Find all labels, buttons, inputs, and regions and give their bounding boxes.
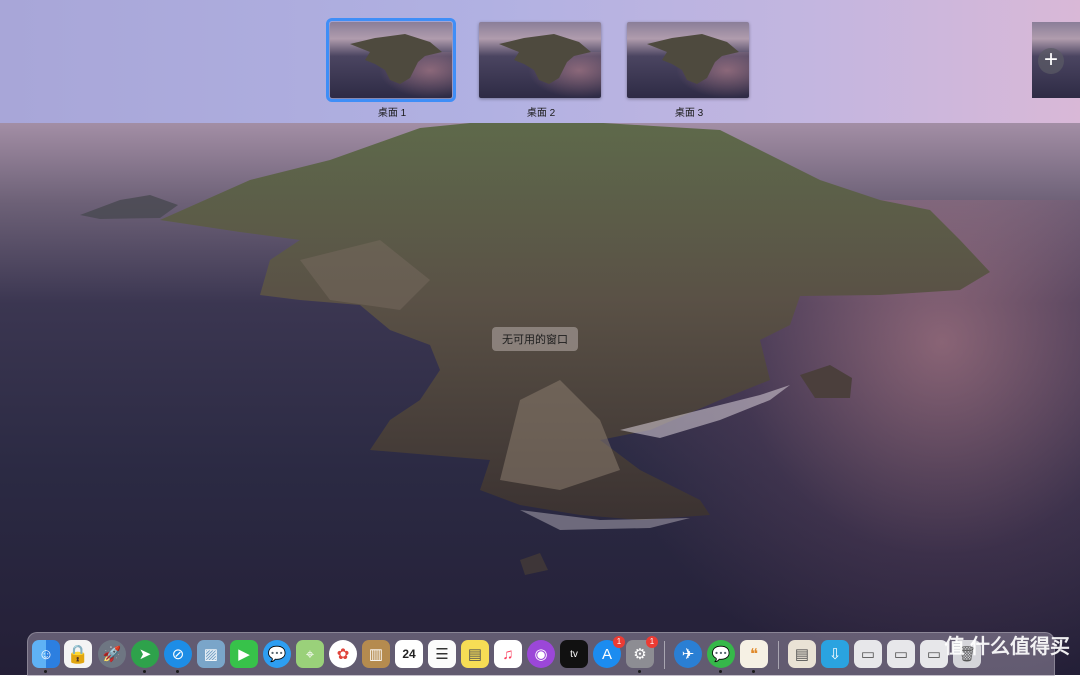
chat-bubble-icon[interactable]: 💬	[263, 640, 291, 668]
wechat-icon[interactable]: 💬	[707, 640, 735, 668]
spaces-bar: 桌面 1 桌面 2 桌面 3 +	[0, 0, 1080, 123]
preview-icon[interactable]: ▨	[197, 640, 225, 668]
rocket-icon[interactable]: 🚀	[98, 640, 126, 668]
space-preview	[627, 22, 749, 98]
space-thumbnail-2[interactable]: 桌面 2	[479, 22, 603, 119]
notification-badge: 1	[613, 636, 625, 648]
document-icon[interactable]: ▤	[788, 640, 816, 668]
running-indicator	[719, 670, 722, 673]
map-icon[interactable]: ⌖	[296, 640, 324, 668]
dock-separator	[664, 641, 665, 669]
space-label: 桌面 2	[526, 108, 556, 119]
space-thumbnail-3[interactable]: 桌面 3	[627, 22, 751, 119]
camera-icon[interactable]: ▶	[230, 640, 258, 668]
tv-label: tv	[570, 648, 578, 660]
running-indicator	[176, 670, 179, 673]
music-note-icon[interactable]: ♫	[494, 640, 522, 668]
dock: ☺ 🔒 🚀 ➤ ⊘ ▨ ▶ 💬 ⌖ ✿ ▥ 24 ☰ ▤ ♫ ◉ tv A 1 …	[27, 632, 1055, 676]
running-indicator	[752, 670, 755, 673]
lock-icon[interactable]: 🔒	[64, 640, 92, 668]
quote-icon[interactable]: ❝	[740, 640, 768, 668]
list-icon[interactable]: ☰	[428, 640, 456, 668]
gear-icon[interactable]: ⚙ 1	[626, 636, 658, 668]
folder-stack-icon[interactable]: ▭	[887, 640, 915, 668]
download-icon[interactable]: ⇩	[821, 640, 849, 668]
space-label: 桌面 3	[674, 108, 704, 119]
running-indicator	[44, 670, 47, 673]
compass-icon[interactable]: ⊘	[164, 640, 192, 668]
bird-icon[interactable]: ✈	[674, 640, 702, 668]
book-icon[interactable]: ▥	[362, 640, 390, 668]
space-preview	[479, 22, 601, 98]
podcast-icon[interactable]: ◉	[527, 640, 555, 668]
watermark-logo: 值 什么值得买	[944, 636, 1070, 658]
calendar-icon[interactable]: 24	[395, 640, 423, 668]
plus-icon[interactable]: +	[1038, 48, 1064, 74]
folder-stack-icon[interactable]: ▭	[854, 640, 882, 668]
running-indicator	[638, 670, 641, 673]
space-label: 桌面 1	[377, 108, 407, 119]
running-indicator	[143, 670, 146, 673]
space-thumbnail-1[interactable]: 桌面 1	[326, 18, 456, 119]
dock-separator	[778, 641, 779, 669]
finder-icon[interactable]: ☺	[32, 640, 60, 668]
paper-plane-icon[interactable]: ➤	[131, 640, 159, 668]
app-store-icon[interactable]: A 1	[593, 636, 625, 668]
tv-icon[interactable]: tv	[560, 640, 588, 668]
no-windows-label: 无可用的窗口	[492, 327, 578, 351]
note-icon[interactable]: ▤	[461, 640, 489, 668]
space-preview	[326, 18, 456, 102]
notification-badge: 1	[646, 636, 658, 648]
calendar-day: 24	[402, 647, 416, 661]
flower-icon[interactable]: ✿	[329, 640, 357, 668]
add-space-button[interactable]: +	[1032, 22, 1080, 100]
